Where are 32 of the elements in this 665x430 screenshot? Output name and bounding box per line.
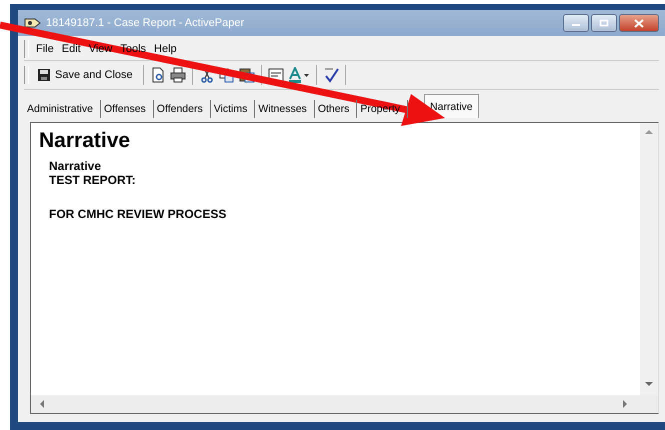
spell-check-icon[interactable] [322,67,339,83]
tab[interactable]: Administrative [24,100,101,118]
scroll-left-icon[interactable] [39,400,44,408]
copy-icon[interactable] [218,67,235,83]
menu-item[interactable]: File [35,43,55,55]
app-icon [24,16,42,30]
maximize-button[interactable] [591,14,617,32]
tab[interactable]: Victims [210,100,256,118]
maximize-icon [599,19,609,27]
printer-icon[interactable] [170,67,186,83]
font-color-icon[interactable] [288,67,310,83]
save-and-close-button[interactable]: Save and Close [33,66,137,84]
scroll-down-icon[interactable] [645,382,653,387]
narrative-text: TEST REPORT: [48,173,137,187]
menu-item[interactable]: Help [153,43,178,55]
close-button[interactable] [619,14,659,32]
narrative-text: FOR CMHC REVIEW PROCESS [48,207,228,221]
close-icon [634,18,644,28]
menu-item[interactable]: Edit [60,43,82,55]
section-heading: Narrative [48,159,102,173]
tab[interactable]: Witnesses [255,100,315,118]
vertical-scrollbar[interactable] [640,123,658,395]
document-heading: Narrative [39,129,132,153]
horizontal-scrollbar[interactable] [31,395,658,413]
tab[interactable]: Offenses [100,100,154,118]
save-icon [37,68,51,82]
window-title: 18149187.1 - Case Report - ActivePaper [46,17,244,29]
print-preview-icon[interactable] [150,67,166,83]
scroll-right-icon[interactable] [623,400,628,408]
minimize-button[interactable] [563,14,589,32]
tab[interactable]: Others [314,100,358,118]
tab[interactable]: Offenders [154,100,211,118]
